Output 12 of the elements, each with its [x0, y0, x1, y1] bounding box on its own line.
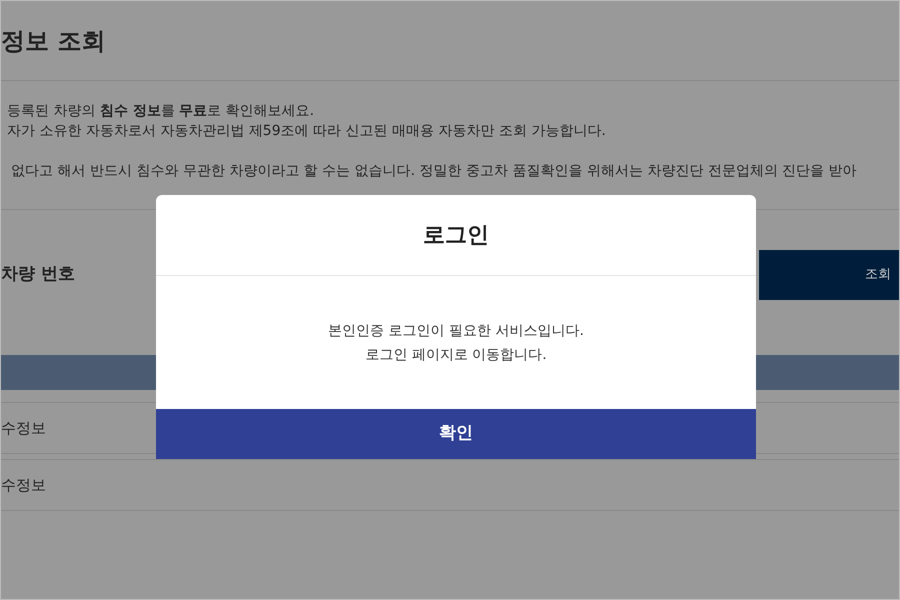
confirm-button[interactable]: 확인 — [156, 409, 756, 459]
page-title: 정보 조회 — [1, 26, 106, 56]
intro-text: 자가 소유한 자동차로서 자동차관리법 제59조에 따라 신고된 매매용 자동차만 조회 가능합니다. — [6, 122, 607, 141]
list-row-text: 수정보 — [1, 474, 46, 496]
search-button[interactable]: 조회 — [759, 250, 899, 300]
list-row-text: 수정보 — [1, 418, 46, 439]
intro-text: 없다고 해서 반드시 침수와 무관한 차량이라고 할 수는 없습니다. 정밀한 중고차 품질확인을 위해서는 차량진단 전문업체의 진단을 받아 — [10, 162, 858, 181]
field-label: 차량 번호 — [1, 263, 75, 286]
intro-text: 등록된 차량의 침수 정보를 무료로 확인해보세요. — [6, 102, 316, 121]
dialog-message: 본인인증 로그인이 필요한 서비스입니다. — [328, 322, 584, 340]
dialog-title: 로그인 — [423, 222, 489, 250]
dialog-message: 로그인 페이지로 이동합니다. — [365, 346, 547, 364]
